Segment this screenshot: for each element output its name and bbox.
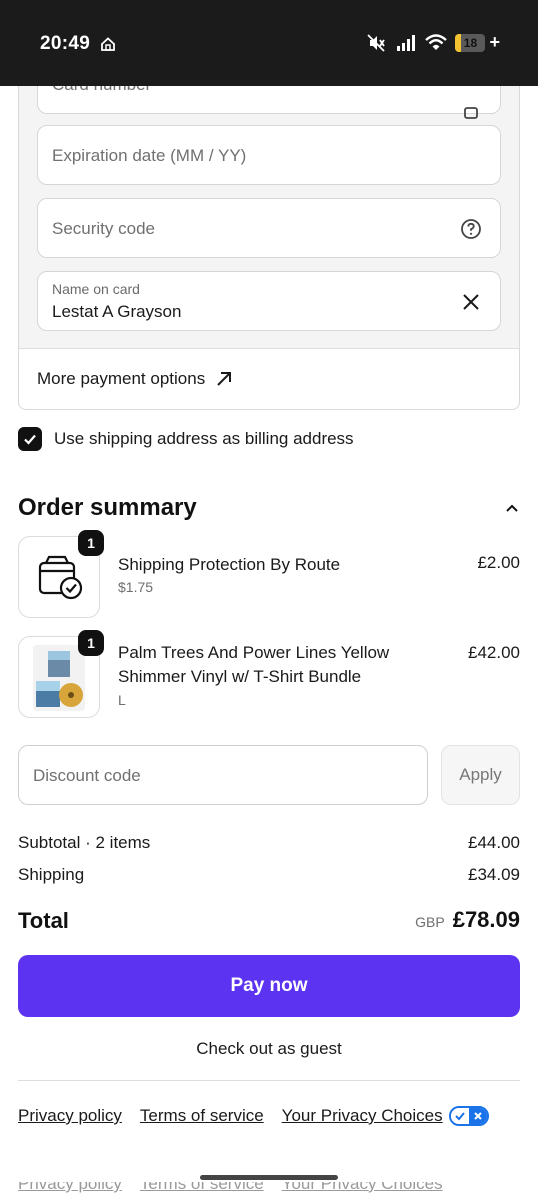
expiration-date-field[interactable]: Expiration date (MM / YY) — [37, 125, 501, 185]
order-summary-title: Order summary — [18, 494, 197, 521]
shipping-value: £34.09 — [468, 865, 520, 884]
footer-links-scroll-ghost: Privacy policy Terms of service Your Pri… — [18, 1182, 520, 1200]
privacy-choices-link-ghost: Your Privacy Choices — [281, 1182, 443, 1193]
wifi-icon — [425, 33, 448, 50]
mute-icon — [367, 33, 386, 52]
status-time: 20:49 — [40, 33, 91, 54]
payment-card-panel: Card number Expiration date (MM / YY) Se… — [18, 86, 520, 410]
item-variant: $1.75 — [118, 579, 154, 595]
checkout-as-guest-link[interactable]: Check out as guest — [0, 1039, 538, 1059]
subtotal-label: Subtotal · 2 items — [18, 833, 151, 852]
status-icons: 18 + — [365, 32, 500, 53]
item-price: £42.00 — [468, 643, 520, 662]
chevron-up-icon[interactable] — [504, 500, 520, 516]
status-bar: 20:49 18 + — [0, 0, 538, 86]
subtotal-value: £44.00 — [468, 833, 520, 852]
privacy-choices-link[interactable]: Your Privacy Choices — [282, 1106, 489, 1126]
item-name: Palm Trees And Power Lines Yellow Shimme… — [118, 643, 390, 686]
battery-icon: 18 — [455, 33, 486, 52]
more-payment-options-label: More payment options — [37, 369, 206, 388]
privacy-options-icon — [448, 1106, 489, 1126]
card-fields-area: Card number Expiration date (MM / YY) Se… — [19, 86, 519, 349]
shipping-label: Shipping — [18, 865, 85, 884]
home-icon — [101, 37, 115, 51]
billing-checkbox[interactable] — [18, 427, 42, 451]
more-payment-options-link[interactable]: More payment options — [37, 369, 233, 389]
privacy-policy-link[interactable]: Privacy policy — [18, 1106, 122, 1126]
footer-links: Privacy policy Terms of service Your Pri… — [18, 1106, 489, 1126]
billing-address-checkbox-row[interactable]: Use shipping address as billing address — [18, 427, 354, 451]
total-currency: GBP — [415, 914, 445, 930]
billing-checkbox-label: Use shipping address as billing address — [54, 429, 354, 448]
clear-icon[interactable] — [460, 291, 482, 313]
apply-discount-button[interactable]: Apply — [441, 745, 520, 805]
pay-now-button[interactable]: Pay now — [18, 955, 520, 1017]
quantity-badge: 1 — [78, 530, 104, 556]
security-placeholder: Security code — [52, 219, 155, 238]
name-on-card-field[interactable]: Name on card Lestat A Grayson — [37, 271, 501, 331]
terms-of-service-link-ghost: Terms of service — [139, 1182, 264, 1193]
check-icon — [24, 434, 36, 445]
home-indicator[interactable] — [200, 1175, 338, 1180]
total-label: Total — [18, 908, 69, 933]
card-number-placeholder: Card number — [52, 86, 151, 95]
security-code-field[interactable]: Security code — [37, 198, 501, 258]
item-price: £2.00 — [477, 553, 520, 572]
lock-icon — [464, 107, 478, 119]
terms-of-service-link[interactable]: Terms of service — [140, 1106, 264, 1126]
divider — [18, 1080, 520, 1081]
arrow-up-right-icon — [217, 372, 232, 386]
help-icon[interactable] — [460, 218, 482, 240]
discount-placeholder: Discount code — [33, 766, 141, 785]
privacy-choices-label: Your Privacy Choices — [281, 1106, 443, 1125]
charging-plus: + — [489, 32, 500, 52]
item-name: Shipping Protection By Route — [118, 555, 341, 574]
expiration-placeholder: Expiration date (MM / YY) — [52, 146, 247, 165]
order-summary-header[interactable]: Order summary — [18, 494, 520, 522]
name-on-card-value: Lestat A Grayson — [52, 302, 182, 321]
quantity-badge: 1 — [78, 630, 104, 656]
signal-icon — [397, 34, 416, 51]
name-on-card-label: Name on card — [52, 281, 140, 297]
total-amount: GBP £78.09 — [415, 907, 520, 933]
discount-code-input[interactable]: Discount code — [18, 745, 428, 805]
subtotal-row: Subtotal · 2 items £44.00 — [18, 833, 520, 853]
shipping-row: Shipping £34.09 — [18, 865, 520, 885]
total-value: £78.09 — [452, 907, 520, 932]
card-number-field[interactable]: Card number — [37, 86, 501, 119]
privacy-policy-link-ghost: Privacy policy — [18, 1182, 122, 1193]
item-variant: L — [118, 692, 126, 708]
